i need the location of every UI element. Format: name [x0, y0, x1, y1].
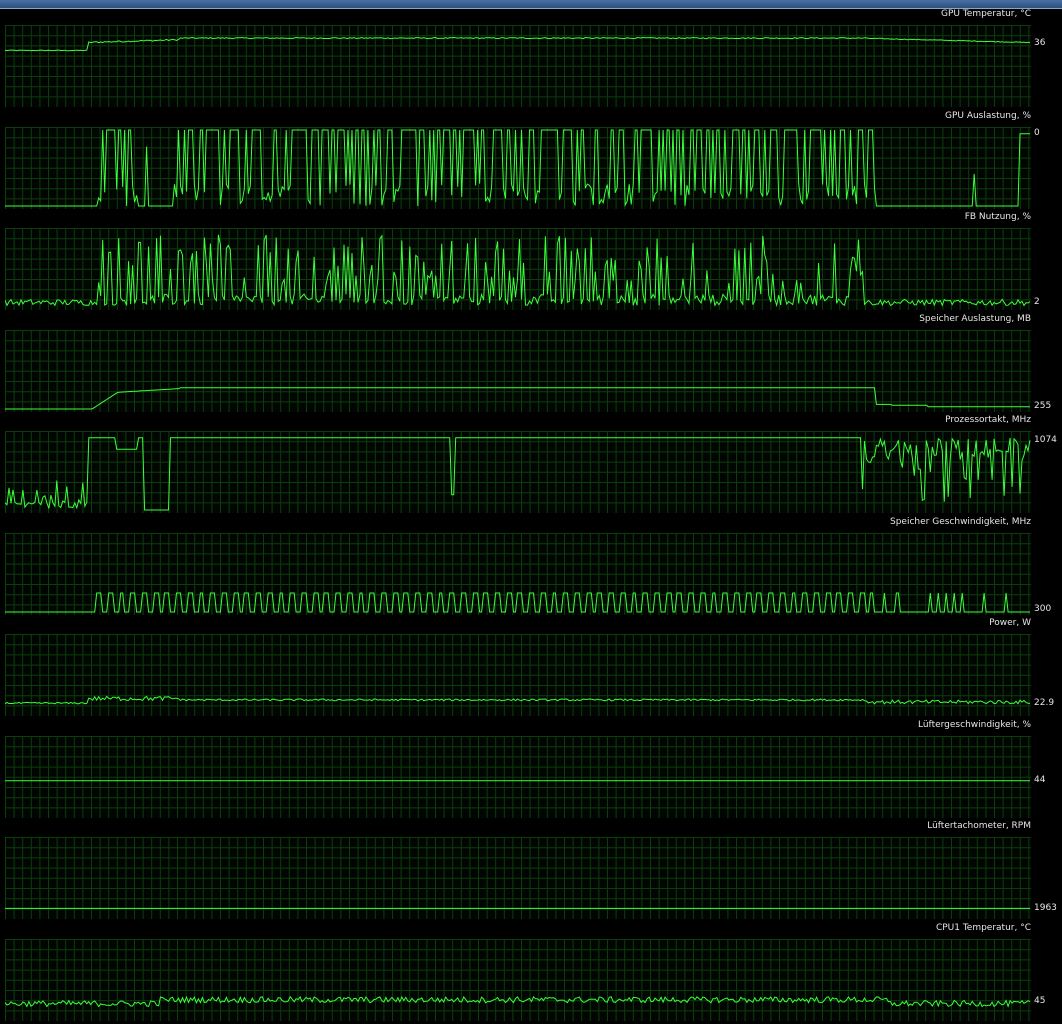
graph-panel-fan-speed: Lüftergeschwindigkeit, % 44 [0, 720, 1062, 822]
graph-title: Lüftergeschwindigkeit, % [918, 720, 1031, 731]
graph-plot [5, 228, 1031, 310]
graph-plot [5, 330, 1031, 412]
graph-title: Lüftertachometer, RPM [927, 821, 1031, 832]
graph-current-value: 1963 [1034, 903, 1057, 914]
hardware-monitor-graphs: GPU Temperatur, °C36GPU Auslastung, %0FB… [0, 9, 1062, 1008]
graph-current-value: 22.9 [1034, 698, 1054, 709]
graph-current-value: 2 [1034, 297, 1040, 308]
graph-current-value: 44 [1034, 775, 1045, 786]
graph-plot [5, 939, 1031, 1021]
graph-title: CPU1 Temperatur, °C [936, 923, 1031, 934]
graph-current-value: 0 [1034, 128, 1040, 139]
graph-title: Speicher Geschwindigkeit, MHz [890, 517, 1031, 528]
graph-plot [5, 736, 1031, 818]
graph-current-value: 45 [1034, 996, 1045, 1007]
window-titlebar-strip [0, 0, 1062, 9]
graph-title: Prozessortakt, MHz [945, 415, 1031, 426]
graph-panel-power: Power, W 22.9 [0, 618, 1062, 720]
graph-current-value: 255 [1034, 401, 1051, 412]
graph-panel-gpu-temp: GPU Temperatur, °C 36 [0, 9, 1062, 111]
graph-plot [5, 634, 1031, 716]
graph-title: GPU Temperatur, °C [941, 9, 1031, 20]
graph-plot [5, 127, 1031, 209]
graph-panel-cpu-temp: CPU1 Temperatur, °C 45 [0, 923, 1062, 1024]
graph-plot [5, 533, 1031, 615]
graph-panel-fb-usage: FB Nutzung, % 2 [0, 212, 1062, 314]
graph-panel-fan-rpm: Lüftertachometer, RPM 1963 [0, 821, 1062, 923]
graph-title: Power, W [989, 618, 1031, 629]
graph-current-value: 300 [1034, 604, 1051, 615]
graph-current-value: 36 [1034, 38, 1045, 49]
graph-plot [5, 431, 1031, 513]
graph-plot [5, 25, 1031, 107]
graph-panel-core-clock: Prozessortakt, MHz1074 [0, 415, 1062, 517]
graph-title: Speicher Auslastung, MB [919, 314, 1031, 325]
graph-panel-mem-clock: Speicher Geschwindigkeit, MHz 300 [0, 517, 1062, 619]
graph-title: GPU Auslastung, % [945, 111, 1031, 122]
graph-title: FB Nutzung, % [965, 212, 1031, 223]
graph-plot [5, 837, 1031, 919]
graph-panel-gpu-load: GPU Auslastung, %0 [0, 111, 1062, 213]
graph-panel-mem-load: Speicher Auslastung, MB 255 [0, 314, 1062, 416]
graph-current-value: 1074 [1034, 435, 1057, 446]
